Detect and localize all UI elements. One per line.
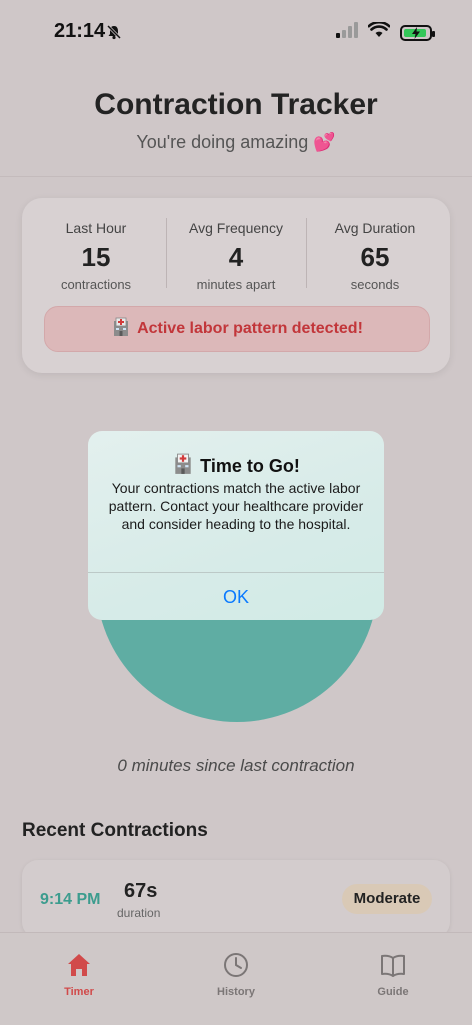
stat-last-hour: Last Hour 15 contractions: [26, 220, 166, 292]
stat-label: Avg Frequency: [189, 220, 283, 236]
hospital-icon: [172, 453, 194, 480]
tab-timer[interactable]: Timer: [39, 951, 119, 998]
stat-avg-duration: Avg Duration 65 seconds: [305, 220, 445, 292]
dialog-message: Your contractions match the active labor…: [108, 480, 364, 532]
hospital-icon: [111, 317, 131, 342]
intensity-badge: Moderate: [342, 884, 432, 914]
tab-label: Timer: [64, 986, 94, 998]
dialog-title-text: Time to Go!: [200, 456, 300, 476]
ok-button[interactable]: OK: [88, 573, 384, 620]
contraction-duration: 67s: [124, 880, 158, 902]
recent-section-title: Recent Contractions: [22, 820, 208, 841]
stat-avg-frequency: Avg Frequency 4 minutes apart: [166, 220, 306, 292]
tab-label: Guide: [377, 986, 409, 998]
wifi-icon: [367, 20, 391, 43]
bell-muted-icon: [106, 24, 122, 45]
labor-alert-banner: Active labor pattern detected!: [44, 306, 430, 352]
since-last-contraction: 0 minutes since last contraction: [117, 756, 355, 775]
page-title: Contraction Tracker: [94, 88, 378, 121]
stat-value: 4: [228, 242, 244, 272]
tab-bar: Timer History Guide: [0, 932, 472, 1025]
stat-unit: seconds: [350, 277, 400, 292]
status-bar: 21:14: [0, 0, 472, 60]
stat-label: Last Hour: [65, 220, 127, 236]
contraction-time: 9:14 PM: [40, 891, 101, 908]
stat-value: 65: [360, 242, 390, 272]
book-icon: [379, 954, 407, 982]
header-divider: [0, 176, 472, 177]
tab-label: History: [217, 986, 255, 998]
stat-value: 15: [81, 242, 111, 272]
list-item[interactable]: 9:14 PM 67s duration Moderate: [22, 860, 450, 938]
battery-icon: [400, 24, 435, 41]
alert-text: Active labor pattern detected!: [137, 320, 363, 337]
dialog-title: Time to Go!: [88, 453, 384, 480]
stat-unit: minutes apart: [196, 277, 276, 292]
page-subtitle: You're doing amazing 💕: [136, 132, 336, 152]
home-icon: [65, 954, 93, 982]
duration-label: duration: [117, 906, 161, 920]
stats-card: Last Hour 15 contractions Avg Frequency …: [22, 198, 450, 373]
tab-history[interactable]: History: [196, 951, 276, 998]
status-time: 21:14: [54, 20, 106, 42]
clock-icon: [222, 953, 250, 982]
stat-label: Avg Duration: [334, 220, 416, 236]
signal-icon: [336, 22, 358, 43]
tab-guide[interactable]: Guide: [353, 951, 433, 998]
time-to-go-dialog: Time to Go! Your contractions match the …: [88, 431, 384, 620]
stat-unit: contractions: [60, 277, 132, 292]
